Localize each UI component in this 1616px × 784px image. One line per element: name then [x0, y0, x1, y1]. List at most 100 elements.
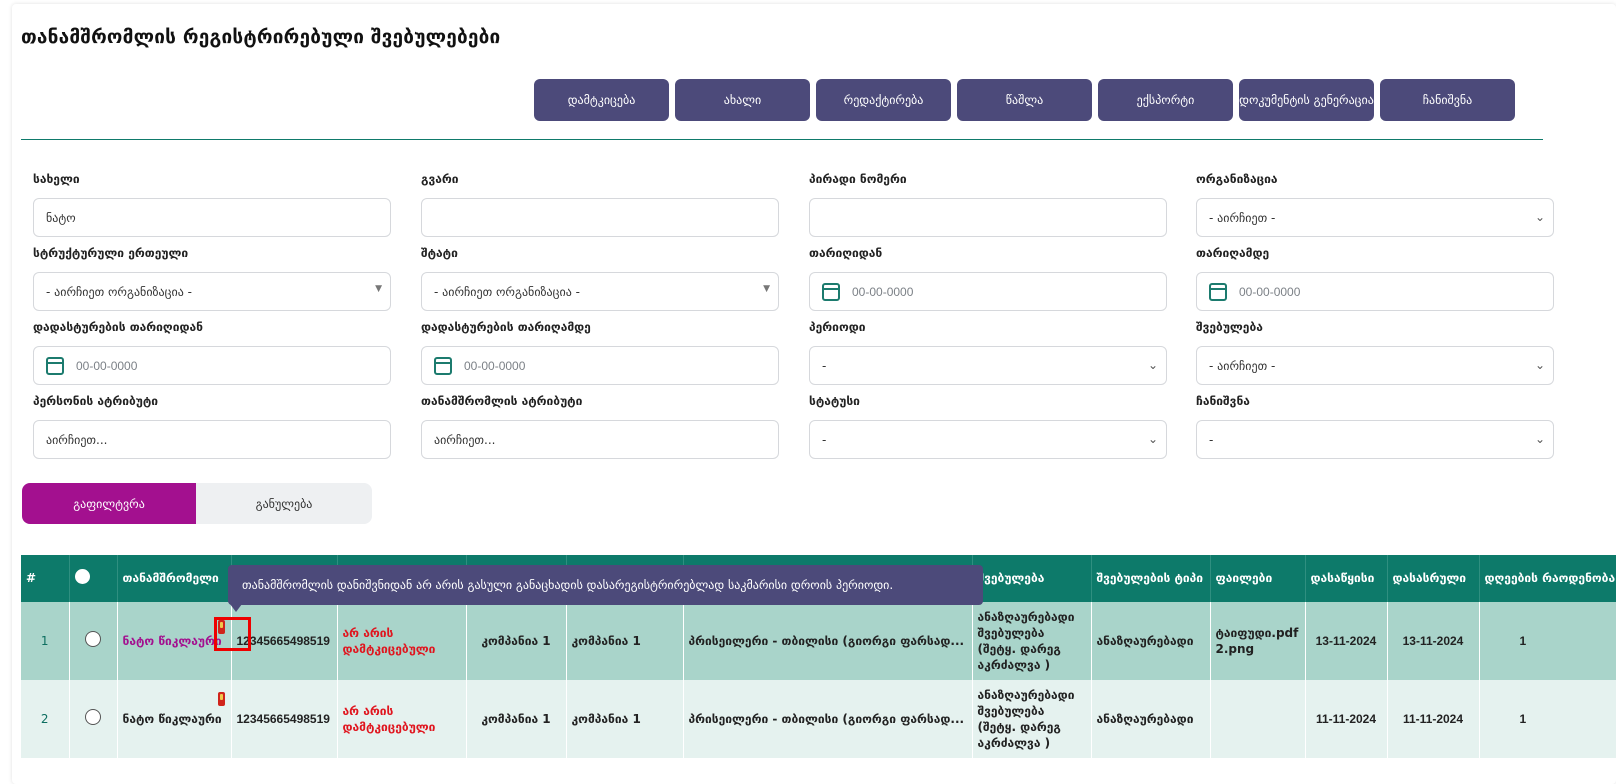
tooltip-arrow [230, 604, 242, 612]
period-field: პერიოდი - ⌄ [809, 320, 1167, 385]
person-attribute-label: პერსონის ატრიბუტი [33, 394, 159, 408]
row-select[interactable] [69, 680, 118, 758]
organization-value: - აირჩიეთ - [1209, 210, 1276, 225]
start-date-cell: 11-11-2024 [1305, 680, 1388, 758]
employee-name[interactable]: ნატო წიკლაური [123, 634, 222, 648]
confirm-to-placeholder: 00-00-0000 [464, 358, 526, 373]
delete-button[interactable]: წაშლა [957, 79, 1092, 121]
row-select[interactable] [69, 602, 118, 680]
organization-label: ორგანიზაცია [1196, 172, 1278, 186]
mark-select[interactable]: - ⌄ [1196, 420, 1554, 459]
confirm-from-input[interactable]: 00-00-0000 [33, 346, 391, 385]
employee-name[interactable]: ნატო წიკლაური [123, 712, 222, 726]
position-cell: პრისეილერი - თბილისი (გიორგი ფარსად... [683, 602, 973, 680]
caret-down-icon: ▼ [375, 284, 382, 294]
mark-label: ჩანიშვნა [1196, 394, 1250, 408]
end-date-cell: 11-11-2024 [1387, 680, 1480, 758]
leave-select[interactable]: - აირჩიეთ - ⌄ [1196, 346, 1554, 385]
mark-value: - [1209, 432, 1214, 447]
personal-number-input[interactable] [809, 198, 1167, 237]
confirm-to-input[interactable]: 00-00-0000 [421, 346, 779, 385]
organization-field: ორგანიზაცია - აირჩიეთ - ⌄ [1196, 172, 1554, 237]
header-leave-type[interactable]: შვებულების ტიპი [1091, 555, 1211, 602]
status-cell: არ არის დამტკიცებული [337, 680, 467, 758]
warning-icon-wrap[interactable] [217, 692, 225, 710]
leave-cell: ანაზღაურებადი შვებულება (შეტყ. დარეგ აკრ… [972, 680, 1092, 758]
row-number: 1 [21, 602, 70, 680]
warning-icon[interactable] [217, 692, 225, 706]
period-select[interactable]: - ⌄ [809, 346, 1167, 385]
unit-cell: კომპანია 1 [566, 680, 684, 758]
date-to-field: თარიღამდე 00-00-0000 [1196, 246, 1554, 311]
days-cell: 1 [1479, 602, 1616, 680]
period-label: პერიოდი [809, 320, 866, 334]
date-to-label: თარიღამდე [1196, 246, 1270, 260]
export-button[interactable]: ექსპორტი [1098, 79, 1233, 121]
select-all-radio[interactable] [74, 569, 90, 584]
staff-field: შტატი - აირჩიეთ ორგანიზაცია - ▼ [421, 246, 779, 311]
table-row[interactable]: 2 ნატო წიკლაური 12345665498519 არ არის დ… [21, 680, 1616, 758]
edit-button[interactable]: რედაქტირება [816, 79, 951, 121]
confirm-from-label: დადასტურების თარიღიდან [33, 320, 203, 334]
header-leave[interactable]: შვებულება [972, 555, 1092, 602]
header-number[interactable]: # [21, 555, 70, 602]
surname-label: გვარი [421, 172, 459, 186]
date-from-placeholder: 00-00-0000 [852, 284, 914, 299]
name-value: ნატო [46, 210, 76, 225]
employee-cell[interactable]: ნატო წიკლაური [117, 680, 232, 758]
filter-button[interactable]: გაფილტვრა [22, 483, 196, 524]
unit-value: - აირჩიეთ ორგანიზაცია - [46, 284, 192, 299]
approve-button[interactable]: დამტკიცება [534, 79, 669, 121]
header-files[interactable]: ფაილები [1210, 555, 1306, 602]
table-row[interactable]: 1 ნატო წიკლაური 12345665498519 არ არის დ… [21, 602, 1616, 680]
generate-document-button[interactable]: დოკუმენტის გენერაცია [1239, 79, 1374, 121]
chevron-down-icon: ⌄ [1147, 432, 1158, 446]
unit-cell: კომპანია 1 [566, 602, 684, 680]
header-start[interactable]: დასაწყისი [1305, 555, 1388, 602]
date-from-input[interactable]: 00-00-0000 [809, 272, 1167, 311]
leave-type-cell: ანაზღაურებადი [1091, 602, 1211, 680]
person-attribute-value: აირჩიეთ... [46, 432, 108, 447]
period-value: - [822, 358, 827, 373]
staff-label: შტატი [421, 246, 458, 260]
mark-button[interactable]: ჩანიშვნა [1380, 79, 1515, 121]
employee-attribute-field: თანამშრომლის ატრიბუტი აირჩიეთ... [421, 394, 779, 459]
new-button[interactable]: ახალი [675, 79, 810, 121]
surname-input[interactable] [421, 198, 779, 237]
chevron-down-icon: ⌄ [1534, 432, 1545, 446]
surname-field: გვარი [421, 172, 779, 237]
staff-select[interactable]: - აირჩიეთ ორგანიზაცია - ▼ [421, 272, 779, 311]
leave-label: შვებულება [1196, 320, 1263, 334]
files-cell[interactable]: ტაიფუდი.pdf 2.png [1210, 602, 1306, 680]
warning-tooltip: თანამშრომლის დანიშვნიდან არ არის გასული … [228, 565, 983, 605]
header-select-all[interactable] [69, 555, 118, 602]
confirm-from-field: დადასტურების თარიღიდან 00-00-0000 [33, 320, 391, 385]
status-select[interactable]: - ⌄ [809, 420, 1167, 459]
files-cell[interactable] [1210, 680, 1306, 758]
divider [21, 139, 1543, 140]
page-title: თანამშრომლის რეგისტრირებული შვებულებები [21, 26, 501, 48]
calendar-icon [434, 356, 452, 375]
date-to-input[interactable]: 00-00-0000 [1196, 272, 1554, 311]
person-attribute-select[interactable]: აირჩიეთ... [33, 420, 391, 459]
row-radio[interactable] [85, 631, 101, 647]
header-end[interactable]: დასასრული [1387, 555, 1480, 602]
staff-value: - აირჩიეთ ორგანიზაცია - [434, 284, 580, 299]
organization-select[interactable]: - აირჩიეთ - ⌄ [1196, 198, 1554, 237]
unit-label: სტრუქტურული ერთეული [33, 246, 189, 260]
row-radio[interactable] [85, 709, 101, 725]
calendar-icon [46, 356, 64, 375]
status-cell: არ არის დამტკიცებული [337, 602, 467, 680]
date-to-placeholder: 00-00-0000 [1239, 284, 1301, 299]
leave-cell: ანაზღაურებადი შვებულება (შეტყ. დარეგ აკრ… [972, 602, 1092, 680]
unit-select[interactable]: - აირჩიეთ ორგანიზაცია - ▼ [33, 272, 391, 311]
reset-button[interactable]: განულება [196, 483, 372, 524]
personal-number-field: პირადი ნომერი [809, 172, 1167, 237]
confirm-from-placeholder: 00-00-0000 [76, 358, 138, 373]
employee-attribute-select[interactable]: აირჩიეთ... [421, 420, 779, 459]
name-input[interactable]: ნატო [33, 198, 391, 237]
header-employee[interactable]: თანამშრომელი [117, 555, 232, 602]
end-date-cell: 13-11-2024 [1387, 602, 1480, 680]
header-days[interactable]: დღეების რაოდენობა [1479, 555, 1616, 602]
organization-cell: კომპანია 1 [466, 680, 567, 758]
